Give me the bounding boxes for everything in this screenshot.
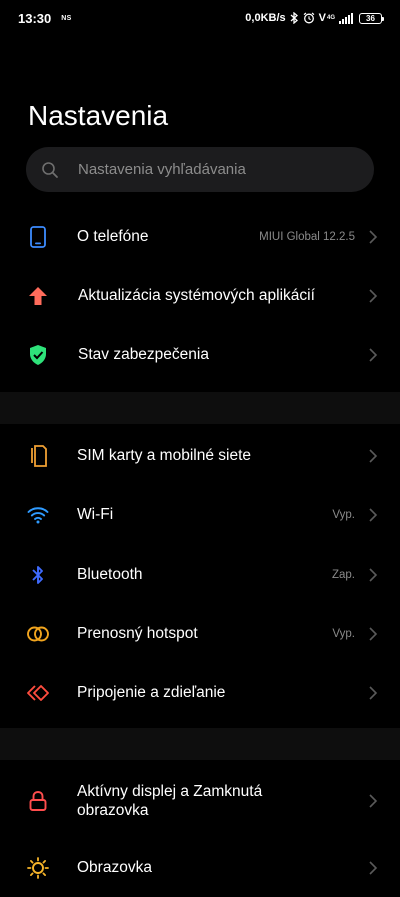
settings-item-about-phone[interactable]: O telefóne MIUI Global 12.2.5 [0, 207, 400, 266]
settings-item-display[interactable]: Obrazovka [0, 838, 400, 897]
alarm-icon [303, 12, 315, 24]
settings-item-label: Aktualizácia systémových aplikácií [78, 287, 315, 304]
signal-icon [339, 12, 353, 24]
search-icon [42, 161, 58, 178]
shield-check-icon [26, 343, 50, 367]
settings-item-label: O telefóne [77, 228, 149, 245]
section-divider [0, 392, 400, 424]
settings-item-lock-screen[interactable]: Aktívny displej a Zamknutá obrazovka [0, 762, 400, 840]
chevron-right-icon [369, 507, 378, 522]
settings-item-connection-sharing[interactable]: Pripojenie a zdieľanie [0, 663, 400, 722]
wifi-icon [26, 503, 50, 527]
battery-level: 36 [366, 13, 375, 23]
search-input[interactable] [78, 161, 338, 178]
arrow-up-icon [26, 284, 50, 308]
phone-icon [26, 225, 50, 249]
chevron-right-icon [369, 288, 378, 303]
settings-item-security-status[interactable]: Stav zabezpečenia [0, 325, 400, 384]
settings-item-value: Vyp. [332, 627, 355, 640]
settings-item-label: Prenosný hotspot [77, 625, 198, 642]
settings-item-value: Vyp. [332, 508, 355, 521]
section-divider [0, 728, 400, 760]
settings-item-hotspot[interactable]: Prenosný hotspot Vyp. [0, 604, 400, 663]
bluetooth-icon [26, 563, 50, 587]
carrier-label: NS [61, 14, 72, 22]
settings-item-system-app-updates[interactable]: Aktualizácia systémových aplikácií [0, 266, 400, 325]
settings-item-label: Wi-Fi [77, 506, 114, 523]
settings-item-label: Stav zabezpečenia [78, 346, 209, 363]
sim-card-icon [26, 444, 50, 468]
settings-item-value: Zap. [331, 568, 355, 581]
chevron-right-icon [369, 794, 378, 808]
chevron-right-icon [369, 626, 378, 641]
settings-item-sim-cards[interactable]: SIM karty a mobilné siete [0, 426, 400, 485]
chevron-right-icon [369, 685, 378, 700]
page-title: Nastavenia [28, 100, 169, 131]
chevron-right-icon [369, 448, 378, 463]
status-bar: 13:30 NS 0,0KB/s V 4G 36 [0, 0, 400, 36]
settings-item-label: Bluetooth [77, 566, 143, 583]
signal-type-label: 4G [326, 15, 335, 21]
lock-icon [26, 789, 50, 813]
settings-item-value: MIUI Global 12.2.5 [259, 230, 355, 243]
settings-item-label: Obrazovka [77, 859, 152, 876]
chevron-right-icon [369, 347, 378, 362]
chevron-right-icon [369, 567, 378, 582]
settings-item-label: Aktívny displej a Zamknutá obrazovka [77, 783, 263, 819]
bluetooth-status-icon [290, 12, 298, 24]
battery-icon: 36 [359, 12, 384, 24]
settings-item-label: SIM karty a mobilné siete [77, 447, 252, 464]
clock: 13:30 [18, 10, 52, 26]
chevron-right-icon [369, 860, 378, 875]
settings-item-bluetooth[interactable]: Bluetooth Zap. [0, 545, 400, 604]
brightness-icon [26, 856, 50, 880]
connection-sharing-icon [26, 681, 50, 705]
search-bar[interactable] [26, 147, 374, 192]
settings-item-label: Pripojenie a zdieľanie [77, 684, 226, 701]
chevron-right-icon [369, 229, 378, 244]
net-speed: 0,0KB/s [245, 12, 286, 24]
settings-item-wifi[interactable]: Wi-Fi Vyp. [0, 485, 400, 544]
hotspot-icon [26, 622, 50, 646]
volte-label: V [318, 12, 326, 24]
